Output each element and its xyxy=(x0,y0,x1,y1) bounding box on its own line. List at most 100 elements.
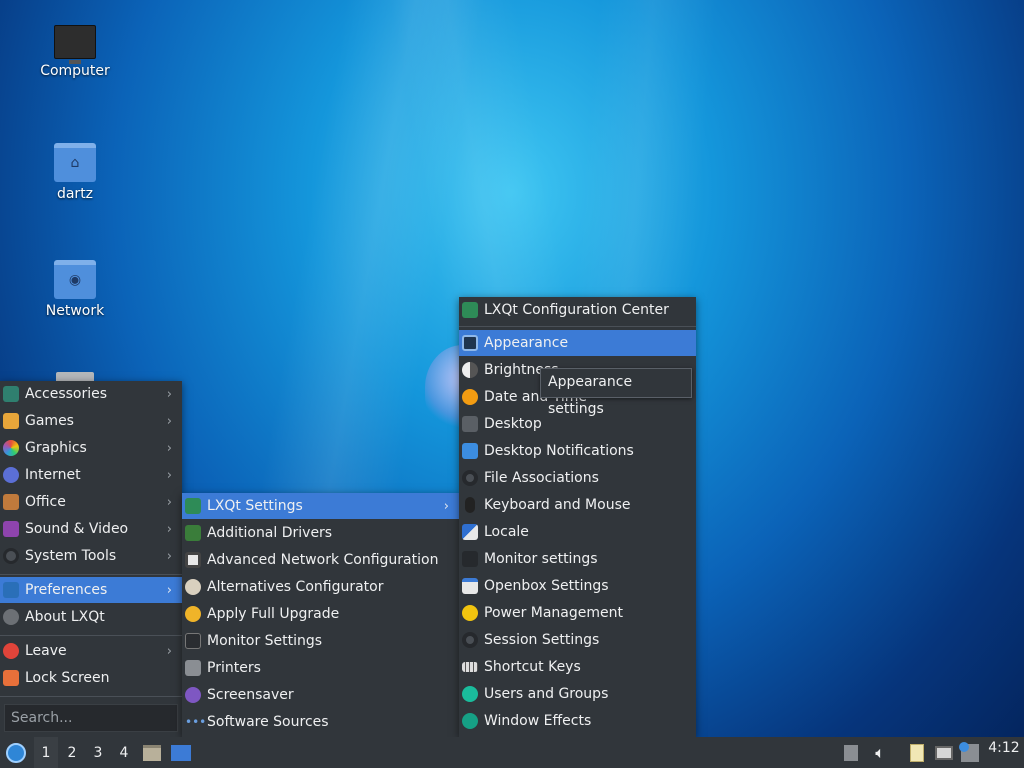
desktop-icon xyxy=(462,416,478,432)
menu-item-label: Apply Full Upgrade xyxy=(207,606,340,622)
lxqt-icon xyxy=(462,302,478,318)
lxqt-icon xyxy=(185,498,201,514)
menu-item-apply-upgrade[interactable]: Apply Full Upgrade xyxy=(182,601,459,627)
chevron-right-icon: › xyxy=(443,498,449,514)
menu-item-openbox-settings[interactable]: Openbox Settings xyxy=(459,573,696,599)
eject-tray-button[interactable] xyxy=(840,737,862,768)
clock[interactable]: 4:12 xyxy=(984,737,1024,768)
window-effects-icon xyxy=(462,713,478,729)
chevron-right-icon: › xyxy=(166,386,172,402)
menu-item-label: About LXQt xyxy=(25,609,105,625)
desktop-icon-computer[interactable]: Computer xyxy=(20,25,130,79)
desktop-icon-label: dartz xyxy=(56,186,94,202)
menu-item-label: Office xyxy=(25,494,66,510)
menu-item-desktop-notifications[interactable]: Desktop Notifications xyxy=(459,438,696,464)
menu-item-games[interactable]: Games › xyxy=(0,408,182,434)
network-config-icon xyxy=(185,552,201,568)
menu-item-printers[interactable]: Printers xyxy=(182,655,459,681)
updates-tray-button[interactable] xyxy=(958,737,982,768)
lxqt-settings-submenu: LXQt Configuration Center Appearance Bri… xyxy=(459,297,696,737)
menu-item-label: Window Effects xyxy=(484,713,592,729)
power-management-icon xyxy=(462,605,478,621)
notifications-icon xyxy=(462,443,478,459)
menu-item-label: Screensaver xyxy=(207,687,294,703)
menu-item-keyboard-mouse[interactable]: Keyboard and Mouse xyxy=(459,492,696,518)
menu-item-label: File Associations xyxy=(484,470,599,486)
menu-item-office[interactable]: Office › xyxy=(0,489,182,515)
menu-item-label: Appearance xyxy=(484,335,569,351)
speaker-icon: 🔈︎ xyxy=(875,742,885,762)
desktop-switch-4[interactable]: 4 xyxy=(112,737,136,768)
main-menu: Accessories › Games › Graphics › Interne… xyxy=(0,381,182,737)
appearance-icon xyxy=(462,335,478,351)
menu-item-locale[interactable]: Locale xyxy=(459,519,696,545)
menu-item-power-management[interactable]: Power Management xyxy=(459,600,696,626)
menu-item-software-sources[interactable]: ••• Software Sources xyxy=(182,709,459,735)
chevron-right-icon: › xyxy=(166,643,172,659)
menu-item-accessories[interactable]: Accessories › xyxy=(0,381,182,407)
menu-item-graphics[interactable]: Graphics › xyxy=(0,435,182,461)
network-tray-button[interactable] xyxy=(932,737,956,768)
menu-item-label: Lock Screen xyxy=(25,670,110,686)
menu-item-label: Software Sources xyxy=(207,714,329,730)
chevron-right-icon: › xyxy=(166,467,172,483)
menu-item-system-tools[interactable]: System Tools › xyxy=(0,543,182,569)
menu-item-session-settings[interactable]: Session Settings xyxy=(459,627,696,653)
desktop-switch-3[interactable]: 3 xyxy=(86,737,110,768)
clipboard-tray-button[interactable] xyxy=(906,737,928,768)
search-input[interactable]: Search... xyxy=(4,704,178,732)
clipboard-icon xyxy=(910,743,924,762)
network-wired-icon xyxy=(935,745,953,760)
monitor-icon xyxy=(462,551,478,567)
menu-item-internet[interactable]: Internet › xyxy=(0,462,182,488)
menu-item-leave[interactable]: Leave › xyxy=(0,638,182,664)
office-icon xyxy=(3,494,19,510)
desktop-icon-label: Computer xyxy=(40,63,110,79)
mouse-icon xyxy=(465,497,475,513)
graphics-icon xyxy=(3,440,19,456)
main-menu-button[interactable] xyxy=(4,737,28,768)
lubuntu-logo-icon xyxy=(6,742,26,763)
chevron-right-icon: › xyxy=(166,494,172,510)
menu-item-window-effects[interactable]: Window Effects xyxy=(459,708,696,734)
menu-item-screensaver[interactable]: Screensaver xyxy=(182,682,459,708)
preferences-icon xyxy=(3,582,19,598)
menu-item-configuration-center[interactable]: LXQt Configuration Center xyxy=(459,297,696,323)
menu-item-lock-screen[interactable]: Lock Screen xyxy=(0,665,182,691)
menu-separator xyxy=(0,696,182,697)
file-associations-icon xyxy=(462,470,478,486)
desktop-icon-dartz[interactable]: ⌂ dartz xyxy=(20,143,130,202)
clock-icon xyxy=(462,389,478,405)
lock-icon xyxy=(3,670,19,686)
file-manager-launcher[interactable] xyxy=(140,737,164,768)
menu-item-sound-video[interactable]: Sound & Video › xyxy=(0,516,182,542)
volume-button[interactable]: 🔈︎ xyxy=(868,737,892,768)
menu-item-about[interactable]: About LXQt xyxy=(0,604,182,630)
show-desktop-icon xyxy=(171,744,191,761)
menu-item-alternatives[interactable]: Alternatives Configurator xyxy=(182,574,459,600)
software-sources-icon: ••• xyxy=(185,714,207,730)
menu-item-label: Session Settings xyxy=(484,632,600,648)
menu-separator xyxy=(0,574,182,575)
brightness-icon xyxy=(462,362,478,378)
show-desktop-button[interactable] xyxy=(168,737,194,768)
menu-item-appearance[interactable]: Appearance xyxy=(459,330,696,356)
desktop-switch-2[interactable]: 2 xyxy=(60,737,84,768)
menu-item-label: Keyboard and Mouse xyxy=(484,497,631,513)
desktop-switch-1[interactable]: 1 xyxy=(34,737,58,768)
menu-item-additional-drivers[interactable]: Additional Drivers xyxy=(182,520,459,546)
menu-item-advanced-network[interactable]: Advanced Network Configuration xyxy=(182,547,459,573)
menu-item-lxqt-settings[interactable]: LXQt Settings › xyxy=(182,493,459,519)
menu-item-preferences[interactable]: Preferences › xyxy=(0,577,182,603)
menu-item-monitor-settings-lxqt[interactable]: Monitor settings xyxy=(459,546,696,572)
menu-item-file-associations[interactable]: File Associations xyxy=(459,465,696,491)
desktop-icon-network[interactable]: ◉ Network xyxy=(20,260,130,319)
menu-item-shortcut-keys[interactable]: Shortcut Keys xyxy=(459,654,696,680)
file-manager-icon xyxy=(143,744,161,761)
menu-item-label: Monitor Settings xyxy=(207,633,323,649)
menu-item-monitor-settings[interactable]: Monitor Settings xyxy=(182,628,459,654)
info-icon xyxy=(3,609,19,625)
menu-item-label: Alternatives Configurator xyxy=(207,579,384,595)
menu-item-users-groups[interactable]: Users and Groups xyxy=(459,681,696,707)
menu-item-label: Shortcut Keys xyxy=(484,659,581,675)
